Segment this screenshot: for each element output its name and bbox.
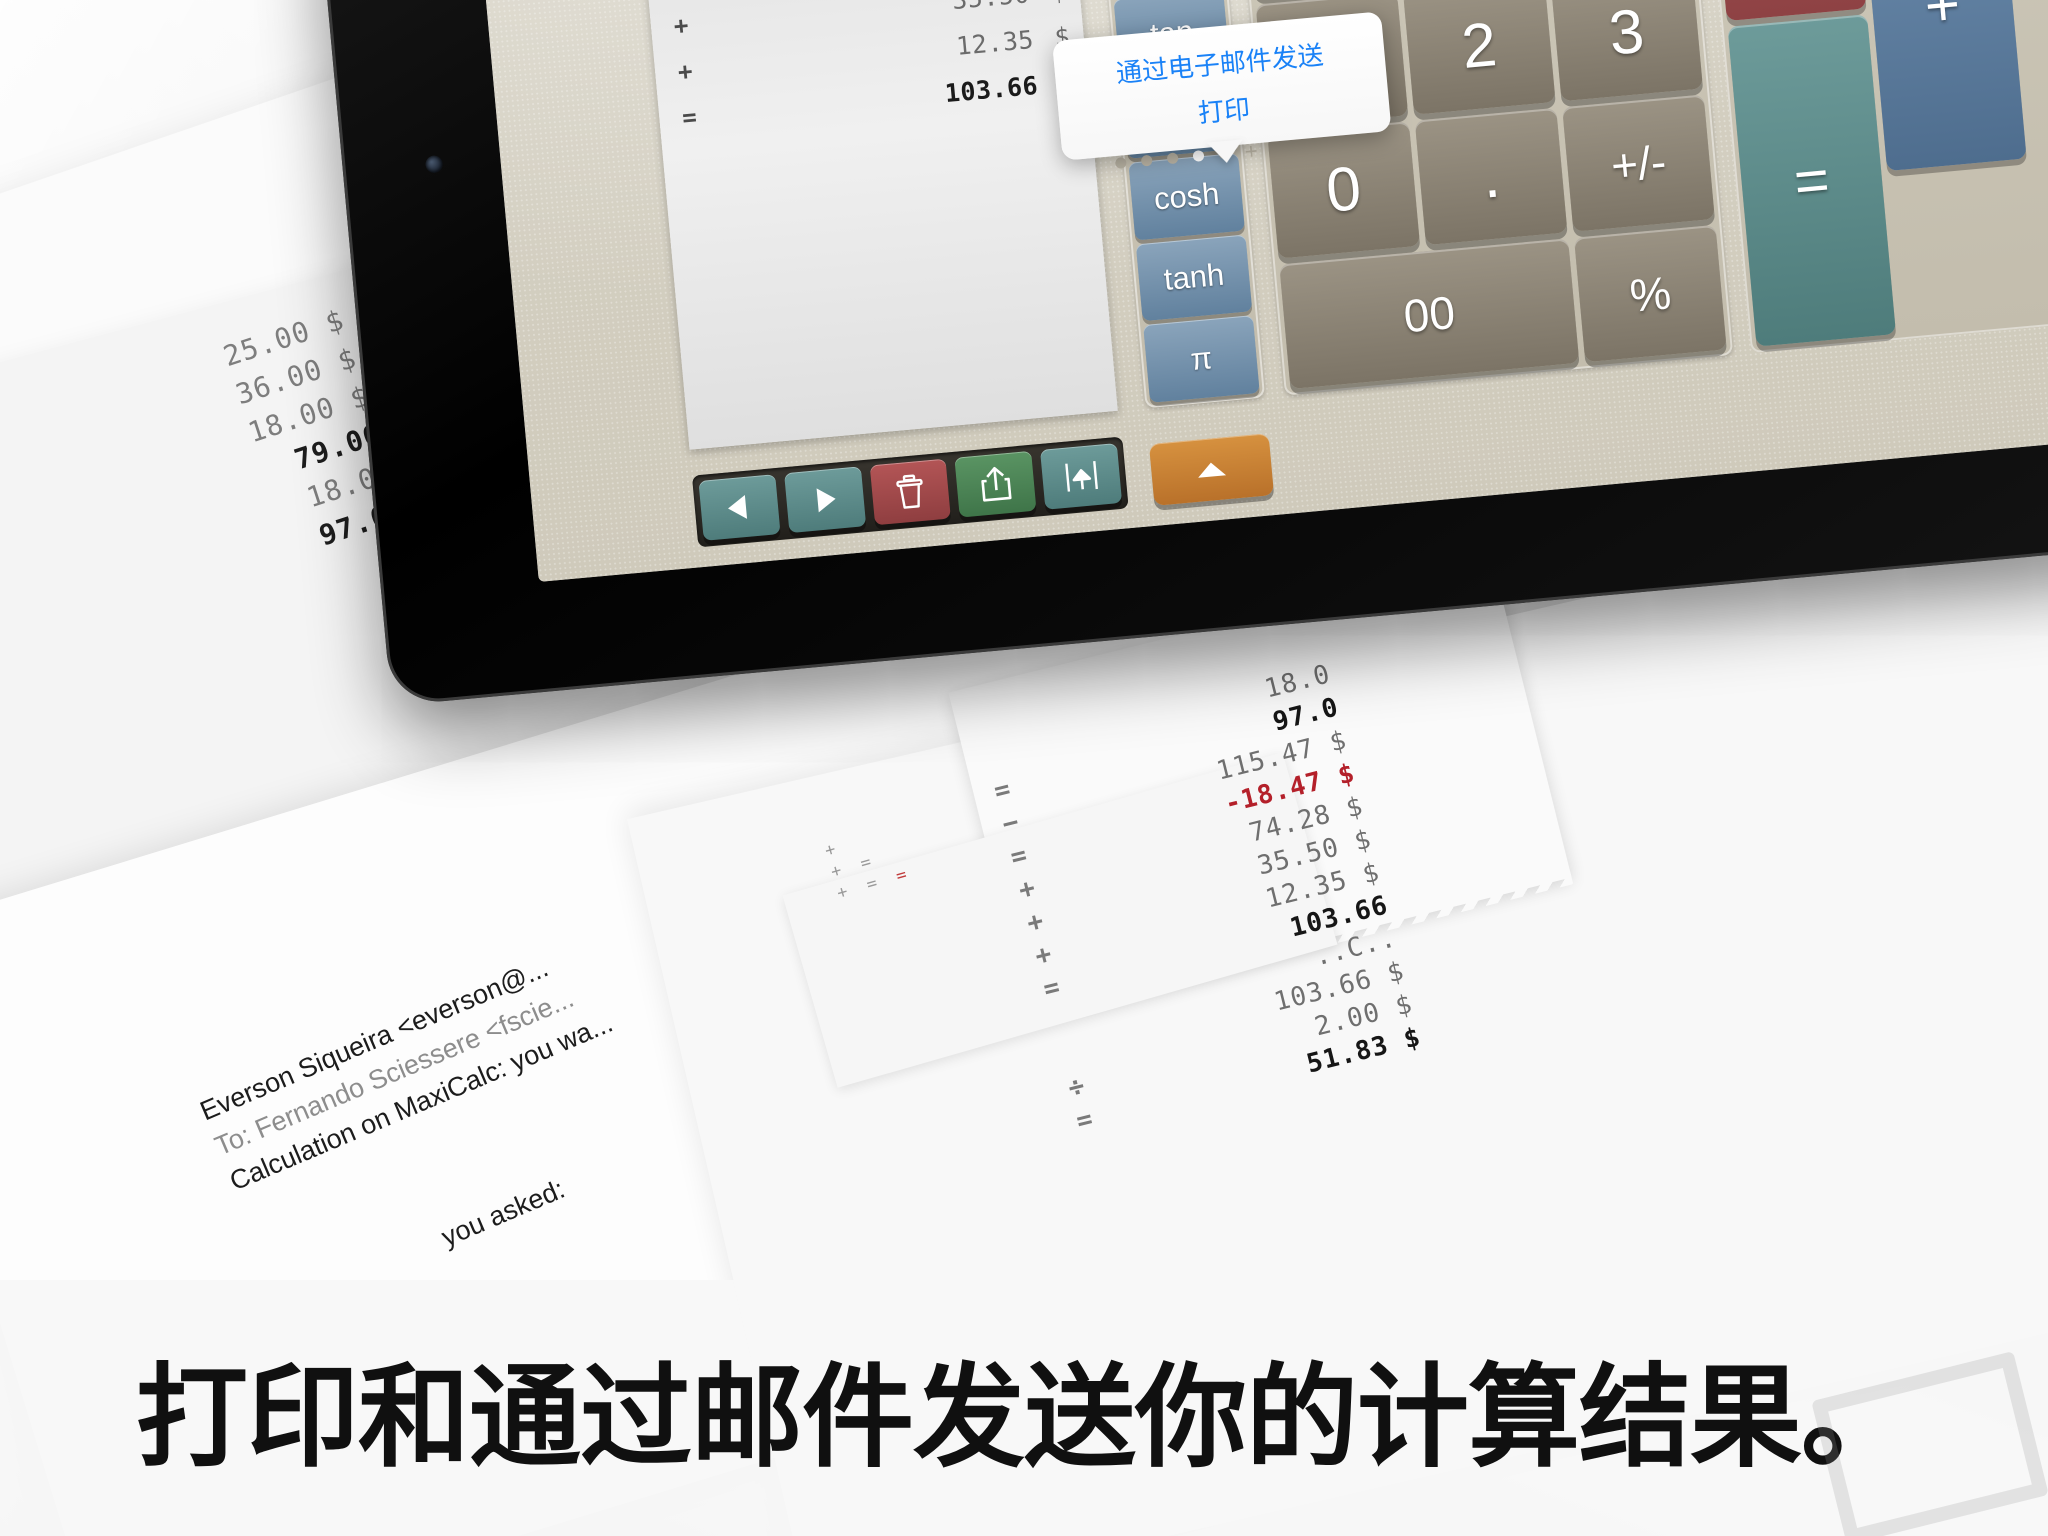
tape-operator: = [680, 102, 698, 133]
operator-keypad: −⌫÷+×= [1691, 0, 2048, 354]
triangle-right-icon [806, 482, 843, 517]
popover-item-send-by-email[interactable]: 通过电子邮件发送 [1114, 35, 1325, 91]
trash-icon [892, 471, 929, 512]
num-key-label: 2 [1458, 10, 1500, 83]
insert-up-icon [1061, 458, 1102, 495]
caption-text: 打印和通过邮件发送你的计算结果。 [136, 1353, 1913, 1483]
equals-key[interactable]: = [1727, 14, 1897, 347]
num-key[interactable]: 2 [1402, 0, 1556, 116]
num-key-label: +/- [1608, 134, 1669, 192]
tape-toolbar [691, 436, 1129, 548]
operator-label: = [1791, 145, 1833, 216]
num-key[interactable]: +/- [1562, 94, 1715, 232]
clear-tape-button[interactable] [869, 458, 952, 526]
paste-total-button[interactable] [1040, 443, 1123, 510]
tape-next-button[interactable] [783, 466, 866, 534]
tape-prev-button[interactable] [698, 474, 781, 541]
num-key[interactable]: 00 [1279, 238, 1580, 390]
num-key-label: 3 [1606, 0, 1647, 70]
tape-operator: + [676, 57, 694, 87]
page-dot[interactable] [1140, 154, 1153, 167]
num-key-label: % [1627, 265, 1674, 322]
calculation-tape[interactable]: +18.00$=79.00$+18.00$=97.00$−115.47$=-18… [621, 0, 1118, 450]
operator-label: + [1921, 0, 1963, 40]
add-page-button[interactable]: + [1244, 138, 1259, 164]
sci-key[interactable]: π [1143, 315, 1260, 403]
triangle-up-icon [1198, 462, 1227, 478]
page-dot[interactable] [1114, 157, 1127, 169]
num-key[interactable]: % [1573, 225, 1727, 363]
popover-item-label: 打印 [1196, 94, 1252, 130]
triangle-left-icon [721, 490, 758, 525]
plus-key[interactable]: + [1858, 0, 2027, 171]
popover-arrow [1206, 139, 1245, 165]
screenshot-root: 25.00 $36.00 $18.00 $79.00 18.00 97.00 +… [0, 0, 2048, 1536]
sci-key-label: π [1189, 340, 1214, 378]
num-key-label: . [1479, 141, 1503, 212]
share-button[interactable] [954, 450, 1037, 518]
collapse-sci-button[interactable] [1148, 433, 1275, 506]
share-icon [977, 464, 1014, 505]
tape-operator: + [672, 11, 690, 41]
page-dot[interactable] [1192, 149, 1205, 162]
popover-item-print[interactable]: 打印 [1196, 89, 1252, 131]
popover-item-label: 通过电子邮件发送 [1114, 40, 1325, 90]
num-key[interactable]: . [1414, 108, 1568, 246]
sci-key[interactable]: tanh [1135, 234, 1253, 322]
sci-key-label: cosh [1152, 175, 1221, 217]
caption-bar: 打印和通过邮件发送你的计算结果。 [0, 1280, 2048, 1536]
page-dot[interactable] [1166, 152, 1179, 165]
num-key-label: 00 [1401, 285, 1458, 342]
num-key[interactable]: 3 [1550, 0, 1704, 102]
sci-key-label: tanh [1162, 257, 1226, 298]
num-key-label: 0 [1323, 154, 1365, 227]
num-key[interactable]: 0 [1267, 121, 1421, 259]
